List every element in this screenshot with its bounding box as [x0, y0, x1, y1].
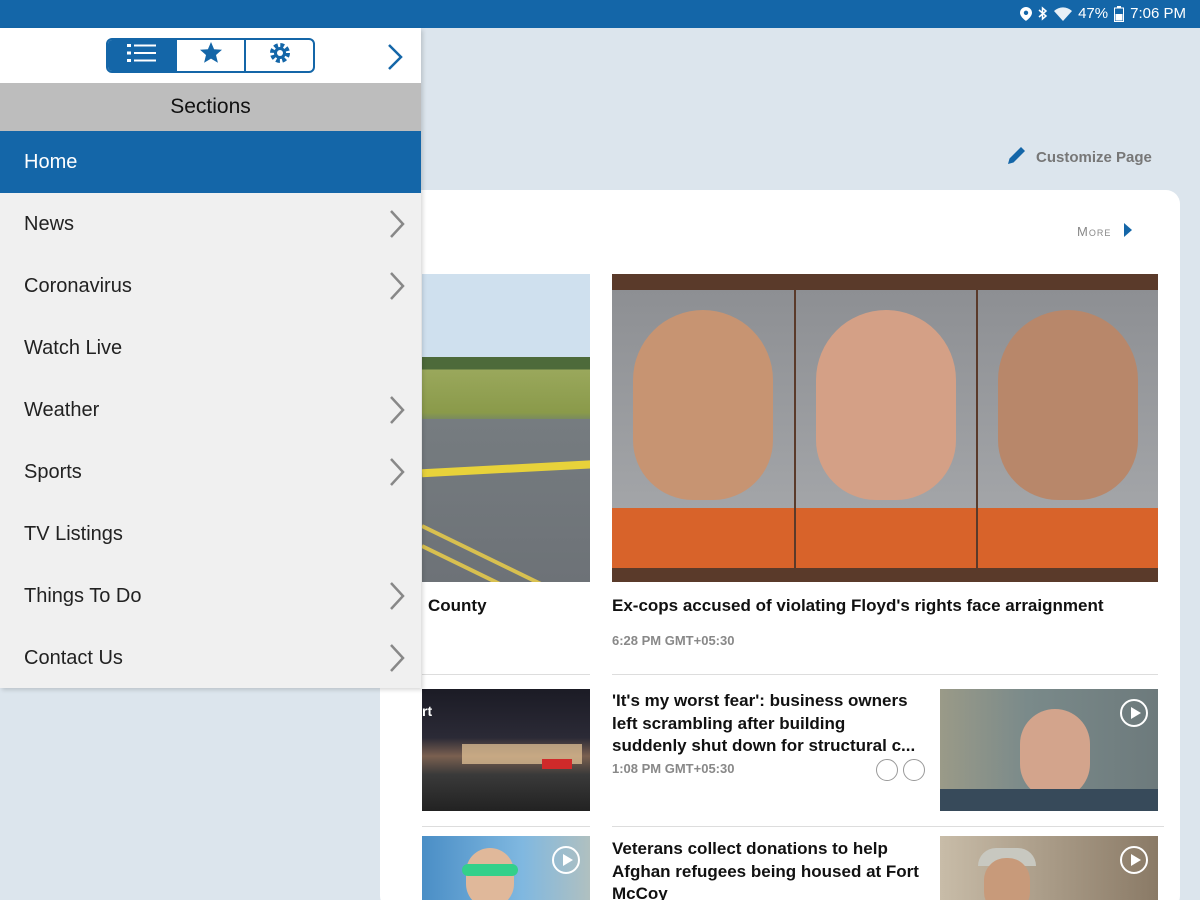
sidebar-item-label: Coronavirus: [24, 274, 132, 297]
audio-icon[interactable]: [876, 759, 898, 781]
chevron-right-icon[interactable]: [388, 581, 406, 617]
article-headline[interactable]: Ex-cops accused of violating Floyd's rig…: [612, 595, 1158, 618]
caret-right-icon: [1123, 222, 1133, 241]
divider: [422, 826, 590, 827]
sidebar-item-news[interactable]: News: [0, 193, 421, 255]
sidebar-item-label: Home: [24, 150, 78, 173]
article-headline[interactable]: Veterans collect donations to help Afgha…: [612, 838, 924, 900]
sidebar-item-tv-listings[interactable]: TV Listings: [0, 503, 421, 565]
location-icon: [1020, 6, 1033, 21]
bluetooth-icon: [1038, 6, 1048, 21]
share-icon[interactable]: [903, 759, 925, 781]
more-link[interactable]: More: [1077, 222, 1133, 241]
sidebar-item-watch-live[interactable]: Watch Live: [0, 317, 421, 379]
article-image-store[interactable]: rt: [422, 689, 590, 811]
tab-favorites[interactable]: [175, 40, 244, 71]
settings-gear-icon: [268, 41, 292, 70]
divider: [612, 826, 1164, 827]
battery-percent: 47%: [1078, 5, 1109, 22]
sidebar-item-things-to-do[interactable]: Things To Do: [0, 565, 421, 627]
sidebar-item-coronavirus[interactable]: Coronavirus: [0, 255, 421, 317]
status-bar: 47% 7:06 PM: [0, 0, 1200, 28]
divider: [422, 674, 590, 675]
sections-list-icon: [126, 42, 157, 69]
chevron-right-icon[interactable]: [388, 395, 406, 431]
tab-sections[interactable]: [108, 40, 175, 71]
status-icons: 47% 7:06 PM: [1020, 5, 1186, 22]
tab-settings[interactable]: [244, 40, 313, 71]
play-video-icon[interactable]: [552, 846, 580, 874]
sidebar-item-contact-us[interactable]: Contact Us: [0, 627, 421, 689]
article-image-road[interactable]: [422, 274, 590, 582]
drawer-tab-switcher: [106, 38, 315, 73]
sidebar-item-label: Contact Us: [24, 646, 123, 669]
customize-page-label: Customize Page: [1036, 148, 1152, 166]
sidebar-item-label: Watch Live: [24, 336, 123, 359]
article-image-mugshots[interactable]: [612, 274, 1158, 582]
favorites-star-icon: [199, 41, 223, 70]
play-video-icon[interactable]: [1120, 846, 1148, 874]
article-image-veteran[interactable]: [940, 836, 1158, 900]
sidebar-item-home[interactable]: Home: [0, 131, 421, 193]
sections-header: Sections: [0, 83, 421, 131]
divider: [612, 674, 1158, 675]
clock: 7:06 PM: [1130, 5, 1186, 22]
sidebar-item-label: Sports: [24, 460, 82, 483]
play-video-icon[interactable]: [1120, 699, 1148, 727]
more-label: More: [1077, 224, 1112, 239]
chevron-right-icon[interactable]: [388, 271, 406, 307]
customize-page-button[interactable]: Customize Page: [1006, 144, 1152, 170]
article-time: 1:08 PM GMT+05:30: [612, 761, 735, 776]
sidebar-item-weather[interactable]: Weather: [0, 379, 421, 441]
sidebar-item-label: News: [24, 212, 75, 235]
pencil-icon: [1006, 144, 1028, 170]
battery-icon: [1114, 5, 1125, 22]
close-drawer-chevron-icon[interactable]: [386, 43, 404, 76]
chevron-right-icon[interactable]: [388, 457, 406, 493]
sidebar-item-label: TV Listings: [24, 522, 123, 545]
drawer-toolbar: [0, 28, 421, 83]
sidebar-item-label: Weather: [24, 398, 100, 421]
chevron-right-icon[interactable]: [388, 643, 406, 679]
sidebar-item-sports[interactable]: Sports: [0, 441, 421, 503]
article-headline[interactable]: 'It's my worst fear': business owners le…: [612, 690, 924, 757]
chevron-right-icon[interactable]: [388, 209, 406, 245]
store-logo-text: rt: [422, 703, 433, 719]
wifi-icon: [1054, 6, 1073, 21]
article-headline[interactable]: County: [428, 595, 588, 618]
navigation-drawer: Sections Home News Coronavirus Watch Live We…: [0, 28, 421, 688]
article-image-child[interactable]: [422, 836, 590, 900]
sections-title: Sections: [170, 95, 251, 118]
sidebar-item-label: Things To Do: [24, 584, 142, 607]
article-time: 6:28 PM GMT+05:30: [612, 633, 735, 648]
article-image-interview[interactable]: [940, 689, 1158, 811]
